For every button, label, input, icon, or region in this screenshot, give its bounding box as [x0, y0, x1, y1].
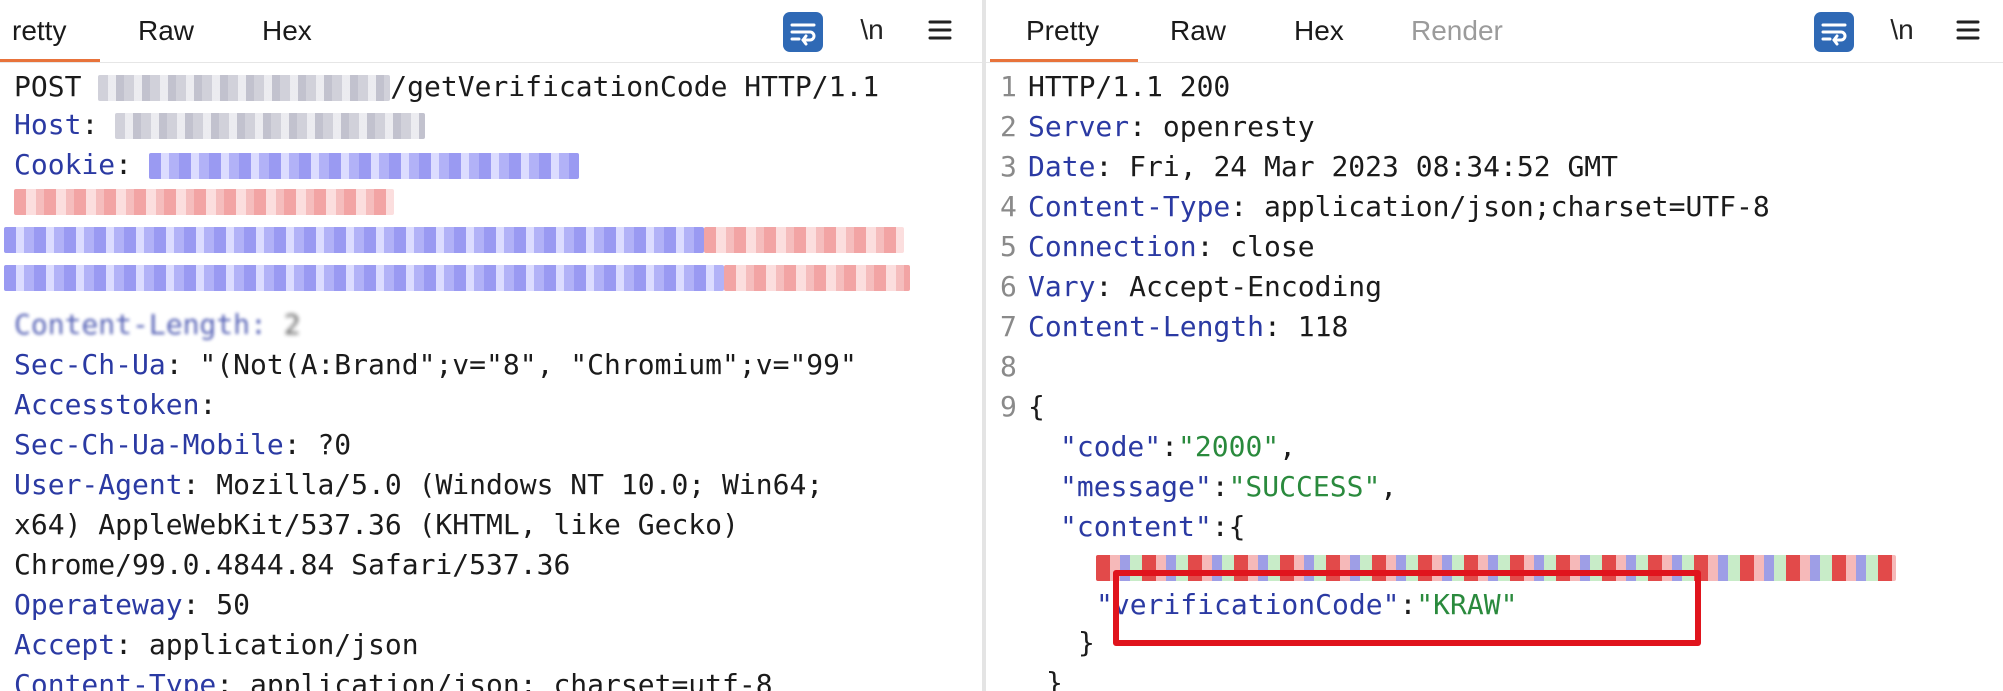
redacted-cookie-2	[14, 189, 394, 215]
cookie-continuation-1	[14, 182, 394, 220]
redacted-cookie	[148, 153, 579, 179]
request-editor[interactable]: POST /getVerificationCode HTTP/1.1 Host:…	[0, 62, 982, 691]
redacted-cookie-5	[4, 265, 724, 291]
json-message: "message":"SUCCESS",	[1060, 470, 1398, 503]
tab-raw[interactable]: Raw	[138, 0, 194, 62]
tab-pretty[interactable]: Pretty	[1026, 0, 1099, 62]
request-pane: retty Raw Hex \n POST /getVerificationCo…	[0, 0, 982, 691]
header-operateway: Operateway: 50	[14, 588, 251, 621]
redacted-path	[98, 75, 391, 101]
request-line: POST /getVerificationCode HTTP/1.1	[14, 70, 880, 103]
response-line-5: 5 Connection: close	[1000, 230, 1315, 263]
response-line-8: 8	[1000, 350, 1017, 383]
user-agent-continuation-2: Chrome/99.0.4844.84 Safari/537.36	[14, 548, 571, 581]
header-accept: Accept: application/json	[14, 628, 419, 661]
request-tabbar: retty Raw Hex \n	[0, 0, 982, 63]
header-cookie: Cookie:	[14, 146, 579, 184]
response-editor[interactable]: 1 HTTP/1.1 200 2 Server: openresty 3 Date: …	[986, 62, 2003, 691]
response-line-6: 6 Vary: Accept-Encoding	[1000, 270, 1383, 303]
cookie-continuation-2	[4, 220, 904, 258]
response-line-7: 7 Content-Length: 118	[1000, 310, 1349, 343]
response-tabbar: Pretty Raw Hex Render \n	[986, 0, 2003, 63]
redacted-cookie-4	[704, 227, 904, 253]
tab-render[interactable]: Render	[1411, 0, 1503, 62]
header-content-length: Content-Length: 2	[14, 308, 301, 341]
tab-hex[interactable]: Hex	[1294, 0, 1344, 62]
response-line-9: 9{	[1000, 390, 1045, 423]
json-close-outer: }	[1046, 666, 1063, 691]
header-accesstoken: Accesstoken:	[14, 388, 217, 421]
header-user-agent: User-Agent: Mozilla/5.0 (Windows NT 10.0…	[14, 468, 824, 501]
json-content: "content":{	[1060, 510, 1246, 543]
response-pane: Pretty Raw Hex Render \n 1 HTTP/1.1 200 2…	[986, 0, 2003, 691]
wrap-lines-icon[interactable]	[783, 12, 823, 52]
header-sec-ch-ua: Sec-Ch-Ua: "(Not(A:Brand";v="8", "Chromi…	[14, 348, 857, 381]
response-line-4: 4 Content-Type: application/json;charset=…	[1000, 190, 1770, 223]
user-agent-continuation-1: x64) AppleWebKit/537.36 (KHTML, like Gec…	[14, 508, 739, 541]
response-line-1: 1 HTTP/1.1 200	[1000, 70, 1231, 103]
menu-icon[interactable]	[1948, 10, 1988, 50]
highlight-box	[1113, 570, 1701, 646]
json-code: "code":"2000",	[1060, 430, 1297, 463]
cookie-continuation-3	[4, 258, 910, 296]
response-line-3: 3 Date: Fri, 24 Mar 2023 08:34:52 GMT	[1000, 150, 1619, 183]
wrap-lines-icon[interactable]	[1814, 12, 1854, 52]
header-sec-ch-ua-mobile: Sec-Ch-Ua-Mobile: ?0	[14, 428, 352, 461]
redacted-cookie-6	[724, 265, 910, 291]
json-close-inner: }	[1078, 626, 1095, 659]
response-line-2: 2 Server: openresty	[1000, 110, 1315, 143]
menu-icon[interactable]	[920, 10, 960, 50]
header-host: Host:	[14, 106, 426, 144]
header-content-type: Content-Type: application/json; charset=…	[14, 668, 773, 691]
newline-toggle[interactable]: \n	[1882, 10, 1922, 50]
redacted-cookie-3	[4, 227, 704, 253]
tab-hex[interactable]: Hex	[262, 0, 312, 62]
redacted-host	[115, 113, 426, 139]
tab-pretty[interactable]: retty	[12, 0, 66, 62]
newline-toggle[interactable]: \n	[852, 10, 892, 50]
tab-raw[interactable]: Raw	[1170, 0, 1226, 62]
